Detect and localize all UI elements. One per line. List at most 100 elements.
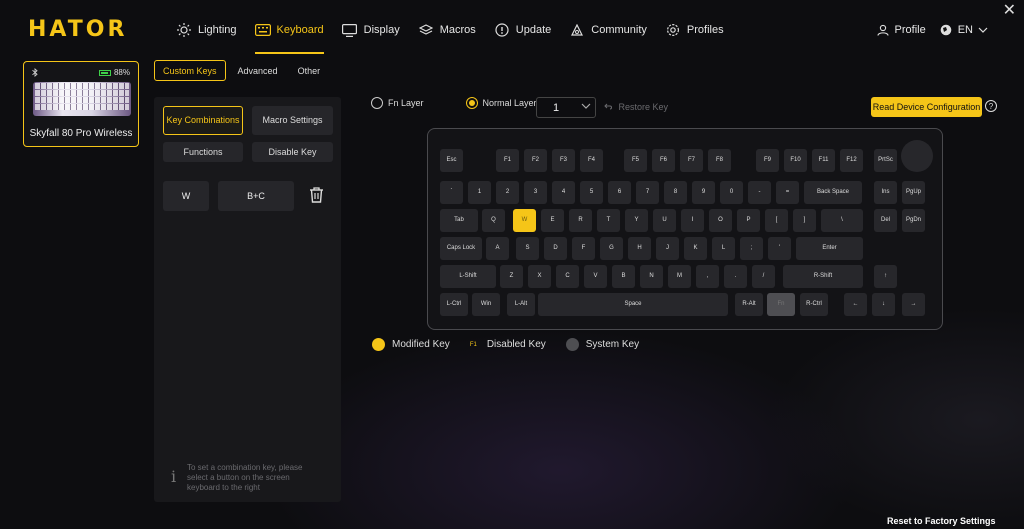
key-q[interactable]: Q [482, 209, 505, 232]
tab-custom-keys[interactable]: Custom Keys [154, 60, 226, 81]
read-device-config-button[interactable]: Read Device Configuration [871, 97, 982, 117]
key-\[interactable]: \ [821, 209, 863, 232]
key-↓[interactable]: ↓ [872, 293, 895, 316]
key-o[interactable]: O [709, 209, 732, 232]
key-n[interactable]: N [640, 265, 663, 288]
combo-source-key[interactable]: W [163, 181, 209, 211]
key--[interactable]: - [748, 181, 771, 204]
key-b[interactable]: B [612, 265, 635, 288]
key-4[interactable]: 4 [552, 181, 575, 204]
key-v[interactable]: V [584, 265, 607, 288]
normal-layer-radio[interactable]: Normal Layer [465, 97, 537, 109]
key-l-shift[interactable]: L-Shift [440, 265, 496, 288]
key-f12[interactable]: F12 [840, 149, 863, 172]
key-enter[interactable]: Enter [796, 237, 863, 260]
key-1[interactable]: 1 [468, 181, 491, 204]
key-pgup[interactable]: PgUp [902, 181, 925, 204]
combo-target-keys[interactable]: B+C [218, 181, 294, 211]
key-8[interactable]: 8 [664, 181, 687, 204]
key-pgdn[interactable]: PgDn [902, 209, 925, 232]
key-f3[interactable]: F3 [552, 149, 575, 172]
key-h[interactable]: H [628, 237, 651, 260]
nav-display[interactable]: Display [342, 0, 400, 60]
key-r[interactable]: R [569, 209, 592, 232]
key-w[interactable]: W [513, 209, 536, 232]
functions-button[interactable]: Functions [163, 142, 243, 162]
nav-profiles[interactable]: Profiles [665, 0, 724, 60]
key-j[interactable]: J [656, 237, 679, 260]
layer-number-select[interactable]: 1 [536, 97, 596, 118]
key-a[interactable]: A [486, 237, 509, 260]
key-6[interactable]: 6 [608, 181, 631, 204]
key-f10[interactable]: F10 [784, 149, 807, 172]
tab-other[interactable]: Other [290, 60, 329, 81]
key-f[interactable]: F [572, 237, 595, 260]
key-del[interactable]: Del [874, 209, 897, 232]
key-t[interactable]: T [597, 209, 620, 232]
nav-lighting[interactable]: Lighting [176, 0, 237, 60]
key-p[interactable]: P [737, 209, 760, 232]
trash-icon[interactable] [309, 186, 324, 208]
nav-macros[interactable]: Macros [418, 0, 476, 60]
key-u[interactable]: U [653, 209, 676, 232]
key-m[interactable]: M [668, 265, 691, 288]
key-s[interactable]: S [516, 237, 539, 260]
key-l[interactable]: L [712, 237, 735, 260]
close-icon[interactable]: ✕ [1003, 0, 1016, 20]
disable-key-button[interactable]: Disable Key [252, 142, 333, 162]
nav-community[interactable]: Community [569, 0, 647, 60]
key-=[interactable]: = [776, 181, 799, 204]
profile-link[interactable]: Profile [876, 24, 926, 36]
key-'[interactable]: ' [768, 237, 791, 260]
key-tab[interactable]: Tab [440, 209, 478, 232]
key-i[interactable]: I [681, 209, 704, 232]
key-k[interactable]: K [684, 237, 707, 260]
key-y[interactable]: Y [625, 209, 648, 232]
language-select[interactable]: EN [940, 24, 994, 36]
tab-advanced[interactable]: Advanced [230, 60, 286, 81]
fn-layer-radio[interactable]: Fn Layer [371, 97, 424, 109]
key-9[interactable]: 9 [692, 181, 715, 204]
key-l-ctrl[interactable]: L-Ctrl [440, 293, 468, 316]
nav-update[interactable]: Update [494, 0, 551, 60]
key-r-ctrl[interactable]: R-Ctrl [800, 293, 828, 316]
key-c[interactable]: C [556, 265, 579, 288]
key-win[interactable]: Win [472, 293, 500, 316]
key-f11[interactable]: F11 [812, 149, 835, 172]
key-f5[interactable]: F5 [624, 149, 647, 172]
key-r-alt[interactable]: R-Alt [735, 293, 763, 316]
key-f2[interactable]: F2 [524, 149, 547, 172]
key-5[interactable]: 5 [580, 181, 603, 204]
key-→[interactable]: → [902, 293, 925, 316]
reset-factory-button[interactable]: Reset to Factory Settings [887, 516, 996, 526]
restore-key-button[interactable]: Restore Key [604, 102, 668, 112]
key-][interactable]: ] [793, 209, 816, 232]
key-`[interactable]: ` [440, 181, 463, 204]
macro-settings-button[interactable]: Macro Settings [252, 106, 333, 135]
key-combinations-button[interactable]: Key Combinations [163, 106, 243, 135]
key-d[interactable]: D [544, 237, 567, 260]
key-z[interactable]: Z [500, 265, 523, 288]
key-;[interactable]: ; [740, 237, 763, 260]
key-caps-lock[interactable]: Caps Lock [440, 237, 482, 260]
key-ins[interactable]: Ins [874, 181, 897, 204]
key-r-shift[interactable]: R-Shift [783, 265, 863, 288]
key-fn[interactable]: Fn [767, 293, 795, 316]
key-3[interactable]: 3 [524, 181, 547, 204]
key-l-alt[interactable]: L-Alt [507, 293, 535, 316]
key-f1[interactable]: F1 [496, 149, 519, 172]
key-/[interactable]: / [752, 265, 775, 288]
key-e[interactable]: E [541, 209, 564, 232]
key-x[interactable]: X [528, 265, 551, 288]
key-.[interactable]: . [724, 265, 747, 288]
key-[[interactable]: [ [765, 209, 788, 232]
key-f6[interactable]: F6 [652, 149, 675, 172]
key-0[interactable]: 0 [720, 181, 743, 204]
nav-keyboard[interactable]: Keyboard [254, 0, 324, 60]
key-prtsc[interactable]: PrtSc [874, 149, 897, 172]
key-back-space[interactable]: Back Space [804, 181, 862, 204]
key-2[interactable]: 2 [496, 181, 519, 204]
key-space[interactable]: Space [538, 293, 728, 316]
key-esc[interactable]: Esc [440, 149, 463, 172]
key-f4[interactable]: F4 [580, 149, 603, 172]
